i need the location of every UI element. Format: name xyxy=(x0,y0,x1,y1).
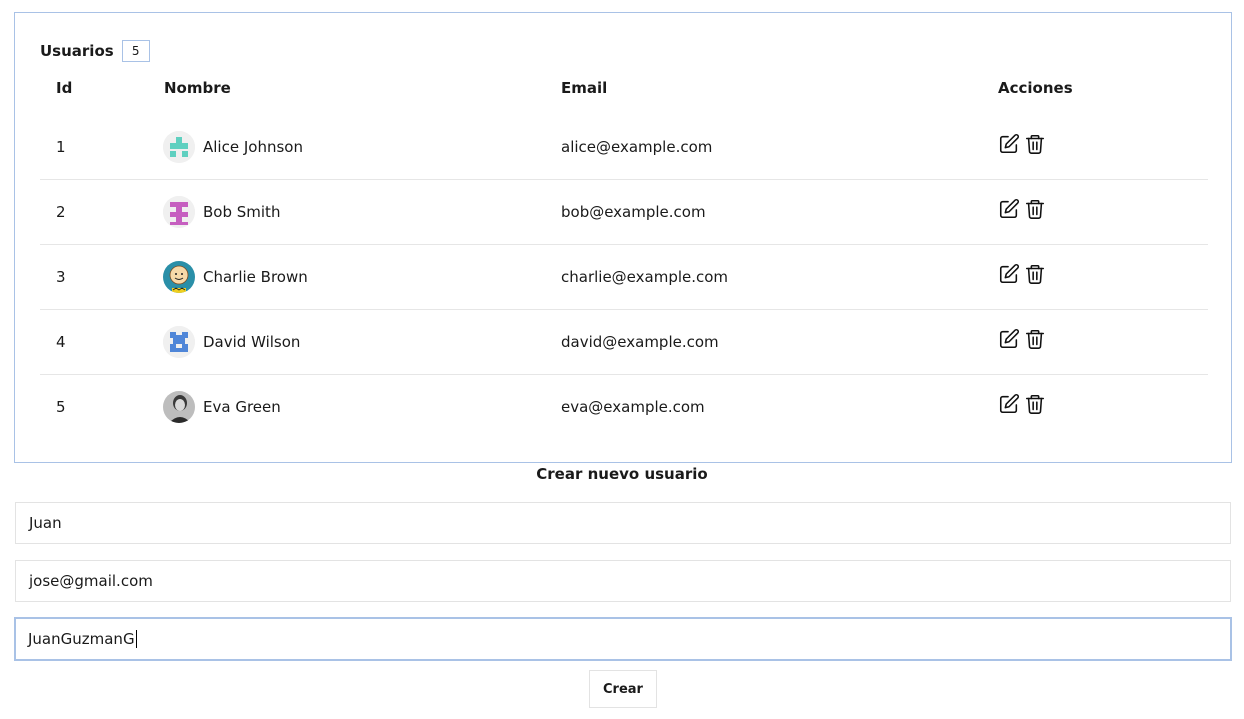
user-id: 4 xyxy=(56,333,66,351)
column-header-name: Nombre xyxy=(164,79,231,97)
user-email: eva@example.com xyxy=(561,398,705,416)
avatar xyxy=(163,131,195,163)
user-id: 1 xyxy=(56,138,66,156)
trash-icon[interactable] xyxy=(1024,133,1046,155)
user-name: David Wilson xyxy=(203,333,301,351)
column-header-actions: Acciones xyxy=(998,79,1073,97)
text-caret xyxy=(135,630,137,648)
users-header: Usuarios 5 xyxy=(40,40,150,62)
trash-icon[interactable] xyxy=(1024,328,1046,350)
avatar xyxy=(163,261,195,293)
user-id: 2 xyxy=(56,203,66,221)
email-field-value: jose@gmail.com xyxy=(29,572,153,590)
edit-icon[interactable] xyxy=(998,328,1020,350)
table-row: 1 Alice Johnson alice@example.com xyxy=(40,115,1208,180)
edit-icon[interactable] xyxy=(998,198,1020,220)
avatar xyxy=(163,196,195,228)
avatar xyxy=(163,326,195,358)
name-field[interactable]: Juan xyxy=(15,502,1231,544)
user-email: charlie@example.com xyxy=(561,268,729,286)
user-id: 5 xyxy=(56,398,66,416)
users-title: Usuarios xyxy=(40,42,114,60)
user-name: Alice Johnson xyxy=(203,138,303,156)
username-field[interactable]: JuanGuzmanG xyxy=(14,617,1232,661)
edit-icon[interactable] xyxy=(998,133,1020,155)
name-field-value: Juan xyxy=(29,514,62,532)
trash-icon[interactable] xyxy=(1024,198,1046,220)
users-count-badge: 5 xyxy=(121,40,150,62)
table-row: 5 Eva Green eva@example.com xyxy=(40,375,1208,440)
column-header-id: Id xyxy=(56,79,73,97)
user-email: alice@example.com xyxy=(561,138,713,156)
edit-icon[interactable] xyxy=(998,263,1020,285)
email-field[interactable]: jose@gmail.com xyxy=(15,560,1231,602)
user-name: Charlie Brown xyxy=(203,268,308,286)
edit-icon[interactable] xyxy=(998,393,1020,415)
users-panel: Usuarios 5 Id Nombre Email Acciones 1 Al… xyxy=(14,12,1232,463)
user-id: 3 xyxy=(56,268,66,286)
table-row: 4 David Wilson david@example.com xyxy=(40,310,1208,375)
user-email: david@example.com xyxy=(561,333,719,351)
table-row: 3 Charlie Brown charlie@example.com xyxy=(40,245,1208,310)
create-user-title: Crear nuevo usuario xyxy=(536,465,708,483)
user-email: bob@example.com xyxy=(561,203,706,221)
user-name: Bob Smith xyxy=(203,203,281,221)
column-header-email: Email xyxy=(561,79,608,97)
user-name: Eva Green xyxy=(203,398,281,416)
username-field-value: JuanGuzmanG xyxy=(28,630,135,648)
avatar xyxy=(163,391,195,423)
trash-icon[interactable] xyxy=(1024,263,1046,285)
table-header: Id Nombre Email Acciones xyxy=(15,79,1231,99)
table-row: 2 Bob Smith bob@example.com xyxy=(40,180,1208,245)
create-button[interactable]: Crear xyxy=(589,670,657,708)
trash-icon[interactable] xyxy=(1024,393,1046,415)
